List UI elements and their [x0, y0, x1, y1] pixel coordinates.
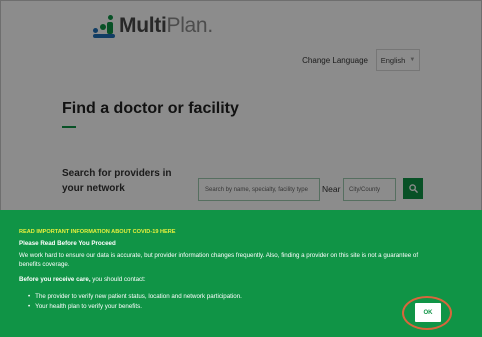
covid-info-link[interactable]: READ IMPORTANT INFORMATION ABOUT COVID-1…	[19, 229, 176, 235]
list-item: Your health plan to verify your benefits…	[28, 302, 242, 312]
banner-body-text: We work hard to ensure our data is accur…	[19, 252, 419, 268]
banner-heading: Please Read Before You Proceed	[19, 240, 116, 247]
contact-list: The provider to verify new patient statu…	[28, 292, 242, 311]
list-item: The provider to verify new patient statu…	[28, 292, 242, 302]
ok-button[interactable]: OK	[415, 303, 441, 322]
banner-contact-text: Before you receive care, you should cont…	[19, 276, 146, 283]
